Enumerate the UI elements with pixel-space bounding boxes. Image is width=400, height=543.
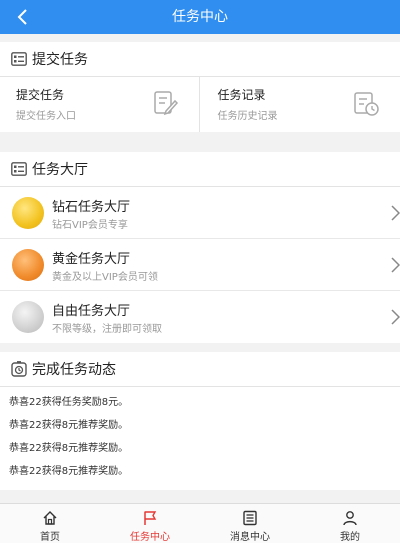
hall-item-gold[interactable]: 黄金任务大厅 黄金及以上VIP会员可领 xyxy=(0,239,400,291)
list-check-icon xyxy=(10,160,28,178)
hall-section: 任务大厅 钻石任务大厅 钻石VIP会员专享 黄金任务大厅 黄金及以上VIP会员可… xyxy=(0,152,400,343)
tab-task-center[interactable]: 任务中心 xyxy=(100,504,200,543)
hall-item-diamond[interactable]: 钻石任务大厅 钻石VIP会员专享 xyxy=(0,187,400,239)
hall-item-title: 自由任务大厅 xyxy=(52,304,131,319)
hall-item-subtitle: 不限等级，注册即可领取 xyxy=(52,324,162,335)
tab-label: 我的 xyxy=(340,532,360,543)
news-item: 恭喜22获得任务奖励8元。 xyxy=(9,397,129,408)
hall-item-free[interactable]: 自由任务大厅 不限等级，注册即可领取 xyxy=(0,291,400,343)
submit-section: 提交任务 提交任务 提交任务入口 任务记录 任务历史记录 xyxy=(0,42,400,132)
flag-icon xyxy=(144,511,157,525)
page-title: 任务中心 xyxy=(172,9,228,25)
news-item: 恭喜22获得8元推荐奖励。 xyxy=(9,443,129,454)
chevron-right-icon xyxy=(391,309,400,325)
bronze-coin-icon xyxy=(12,249,44,281)
record-clock-icon xyxy=(354,92,379,116)
submit-section-header: 提交任务 xyxy=(0,42,400,77)
edit-form-icon xyxy=(153,91,178,116)
submit-task-cell[interactable]: 提交任务 提交任务入口 xyxy=(0,77,199,132)
news-list: 恭喜22获得任务奖励8元。 恭喜22获得8元推荐奖励。 恭喜22获得8元推荐奖励… xyxy=(0,387,400,491)
submit-section-title: 提交任务 xyxy=(32,52,88,68)
tab-label: 消息中心 xyxy=(230,532,270,543)
user-icon xyxy=(343,511,357,526)
task-record-cell[interactable]: 任务记录 任务历史记录 xyxy=(198,77,400,132)
hall-item-title: 钻石任务大厅 xyxy=(52,200,131,215)
tab-home[interactable]: 首页 xyxy=(0,504,100,543)
submit-row: 提交任务 提交任务入口 任务记录 任务历史记录 xyxy=(0,77,400,132)
news-item: 恭喜22获得8元推荐奖励。 xyxy=(9,466,129,477)
message-list-icon xyxy=(243,510,257,526)
gold-coin-icon xyxy=(12,197,44,229)
news-section-header: 完成任务动态 xyxy=(0,352,400,387)
tab-messages[interactable]: 消息中心 xyxy=(200,504,300,543)
silver-coin-icon xyxy=(12,301,44,333)
tab-mine[interactable]: 我的 xyxy=(300,504,400,543)
chevron-right-icon xyxy=(391,257,400,273)
tab-label: 首页 xyxy=(40,532,60,543)
list-check-icon xyxy=(10,50,28,68)
news-section-title: 完成任务动态 xyxy=(32,362,116,378)
tab-label: 任务中心 xyxy=(130,532,170,543)
bottom-tab-bar: 首页 任务中心 消息中心 我的 xyxy=(0,503,400,543)
app-header: 任务中心 xyxy=(0,0,400,34)
chevron-right-icon xyxy=(391,205,400,221)
hall-section-title: 任务大厅 xyxy=(32,162,88,178)
hall-item-subtitle: 钻石VIP会员专享 xyxy=(52,220,128,231)
news-item: 恭喜22获得8元推荐奖励。 xyxy=(9,420,129,431)
news-section: 完成任务动态 恭喜22获得任务奖励8元。 恭喜22获得8元推荐奖励。 恭喜22获… xyxy=(0,352,400,490)
timer-icon xyxy=(10,360,28,378)
hall-item-title: 黄金任务大厅 xyxy=(52,252,131,267)
home-icon xyxy=(43,511,57,525)
hall-section-header: 任务大厅 xyxy=(0,152,400,187)
hall-item-subtitle: 黄金及以上VIP会员可领 xyxy=(52,272,158,283)
